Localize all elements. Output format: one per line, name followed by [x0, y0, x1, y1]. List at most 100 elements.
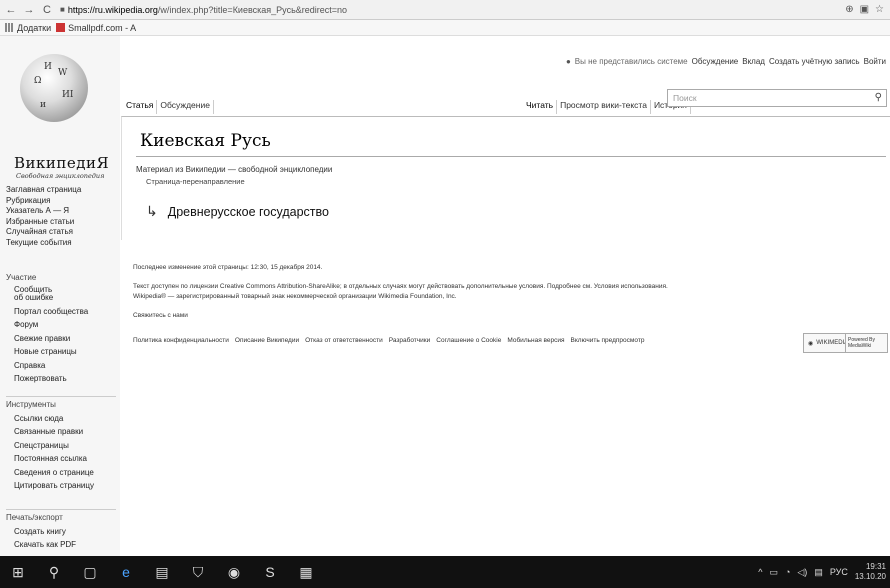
- zoom-icon[interactable]: ⊕: [845, 4, 853, 15]
- sidebar-item-create-book[interactable]: Создать книгу: [6, 527, 76, 538]
- puzzle-globe-icon: Ω W И ИІ и: [20, 54, 88, 122]
- wikipedia-logo[interactable]: Ω W И ИІ и ВикипедиЯ Свободная энциклопе…: [14, 54, 109, 180]
- contact-link[interactable]: Свяжитесь с нами: [133, 312, 188, 319]
- address-bar: ← → C ■ https://ru.wikipedia.org /w/inde…: [0, 0, 890, 20]
- forward-icon[interactable]: →: [22, 3, 36, 17]
- sidebar-item-categories[interactable]: Рубрикация: [6, 196, 81, 207]
- redirect-target: ↳ Древнерусское государство: [146, 203, 329, 220]
- volume-icon[interactable]: ◁): [797, 567, 807, 578]
- url-path: /w/index.php?title=Киевская_Русь&redirec…: [157, 4, 348, 15]
- search-input[interactable]: Поиск ⚲: [667, 89, 887, 107]
- disclaimer-link[interactable]: Отказ от ответственности: [305, 337, 383, 344]
- sidebar-item-report-error-2[interactable]: об ошибке: [6, 293, 88, 304]
- language-indicator[interactable]: РУС: [830, 567, 848, 577]
- personal-talk-link[interactable]: Обсуждение: [692, 57, 739, 66]
- personal-toolbar: ● Вы не представились системе Обсуждение…: [566, 57, 886, 66]
- sidebar-item-donate[interactable]: Пожертвовать: [6, 374, 88, 385]
- personal-contributions-link[interactable]: Вклад: [742, 57, 765, 66]
- sidebar-item-index[interactable]: Указатель А — Я: [6, 206, 81, 217]
- battery-icon[interactable]: ▭: [769, 567, 778, 578]
- tagline: Свободная энциклопедия: [16, 172, 105, 180]
- lock-icon: ■: [60, 5, 65, 14]
- notification-icon[interactable]: ▤: [814, 567, 823, 578]
- tab-view-source[interactable]: Просмотр вики-текста: [557, 100, 651, 114]
- footer-license-1: Текст доступен по лицензии Creative Comm…: [133, 283, 668, 290]
- sidebar-item-download-pdf[interactable]: Скачать как PDF: [6, 540, 76, 551]
- system-tray: ^ ▭ ◔ ◁) ▤ РУС 19:31 13.10.20: [758, 562, 890, 582]
- url-field[interactable]: ■ https://ru.wikipedia.org /w/index.php?…: [60, 2, 347, 18]
- tab-talk[interactable]: Обсуждение: [157, 100, 214, 114]
- participation-portlet: Участие Сообщить об ошибке Портал сообще…: [6, 273, 88, 385]
- namespace-tabs: Статья Обсуждение: [123, 86, 214, 114]
- clock-time: 19:31: [865, 562, 886, 571]
- smallpdf-icon: [56, 23, 66, 32]
- footer-last-modified: Последнее изменение этой страницы: 12:30…: [133, 264, 323, 271]
- sidebar-item-featured[interactable]: Избранные статьи: [6, 217, 81, 228]
- not-logged-in-text: Вы не представились системе: [574, 57, 688, 66]
- wordmark: ВикипедиЯ: [14, 154, 110, 172]
- clock[interactable]: 19:31 13.10.20: [855, 562, 886, 582]
- mobile-view-link[interactable]: Мобильная версия: [507, 337, 564, 344]
- chevron-up-icon[interactable]: ^: [758, 567, 762, 577]
- login-link[interactable]: Войти: [864, 57, 886, 66]
- network-icon[interactable]: ◔: [785, 567, 790, 577]
- redirect-link[interactable]: Древнерусское государство: [168, 205, 329, 219]
- sidebar: Ω W И ИІ и ВикипедиЯ Свободная энциклопе…: [0, 36, 120, 556]
- participation-heading[interactable]: Участие: [6, 273, 88, 284]
- sidebar-divider: [6, 509, 116, 510]
- sidebar-item-forum[interactable]: Форум: [6, 320, 88, 331]
- sidebar-item-help[interactable]: Справка: [6, 361, 88, 372]
- privacy-link[interactable]: Политика конфиденциальности: [133, 337, 229, 344]
- cookie-link[interactable]: Соглашение о Cookie: [436, 337, 501, 344]
- sidebar-item-new-pages[interactable]: Новые страницы: [6, 347, 88, 358]
- mediawiki-badge[interactable]: Powered By MediaWiki: [845, 333, 888, 353]
- bookmark-apps[interactable]: Додатки: [5, 23, 51, 33]
- preview-link[interactable]: Включить предпросмотр: [571, 337, 645, 344]
- print-portlet: Печать/экспорт Создать книгу Скачать как…: [6, 513, 76, 551]
- about-link[interactable]: Описание Википедии: [235, 337, 299, 344]
- sidebar-item-current-events[interactable]: Текущие события: [6, 238, 81, 249]
- print-heading[interactable]: Печать/экспорт: [6, 513, 76, 524]
- bookmark-smallpdf[interactable]: Smallpdf.com - A: [56, 23, 136, 33]
- star-icon[interactable]: ☆: [875, 4, 884, 15]
- tools-portlet: Инструменты Ссылки сюда Связанные правки…: [6, 400, 94, 492]
- back-icon[interactable]: ←: [4, 3, 18, 17]
- sidebar-item-page-info[interactable]: Сведения о странице: [6, 468, 94, 479]
- tab-article[interactable]: Статья: [123, 100, 158, 114]
- view-tabs: Читать Просмотр вики-текста История: [523, 86, 691, 114]
- sidebar-item-cite-page[interactable]: Цитировать страницу: [6, 481, 94, 492]
- chrome-icon[interactable]: ◉: [216, 556, 252, 588]
- article-content: Киевская Русь Материал из Википедии — св…: [121, 116, 890, 240]
- wikimedia-icon: ◉: [808, 340, 814, 347]
- url-host: https://ru.wikipedia.org: [67, 4, 158, 15]
- sidebar-item-community-portal[interactable]: Портал сообщества: [6, 307, 88, 318]
- sidebar-item-what-links-here[interactable]: Ссылки сюда: [6, 414, 94, 425]
- search-icon[interactable]: ⚲: [875, 92, 882, 103]
- search-icon[interactable]: ⚲: [36, 556, 72, 588]
- windows-start-icon[interactable]: ⊞: [0, 556, 36, 588]
- sidebar-item-random[interactable]: Случайная статья: [6, 227, 81, 238]
- edge-icon[interactable]: e: [108, 556, 144, 588]
- create-account-link[interactable]: Создать учётную запись: [769, 57, 860, 66]
- sidebar-item-special-pages[interactable]: Спецстраницы: [6, 441, 94, 452]
- footer-license-2: Wikipedia® — зарегистрированный товарный…: [133, 293, 457, 300]
- tools-heading[interactable]: Инструменты: [6, 400, 94, 411]
- title-divider: [136, 156, 886, 157]
- file-explorer-icon[interactable]: ▤: [144, 556, 180, 588]
- user-icon: ●: [565, 57, 571, 66]
- apps-icon: [5, 23, 14, 32]
- task-view-icon[interactable]: ▢: [72, 556, 108, 588]
- tab-read[interactable]: Читать: [523, 100, 558, 114]
- extension-icon[interactable]: ▣: [860, 4, 869, 15]
- skype-icon[interactable]: S: [252, 556, 288, 588]
- sidebar-item-related-changes[interactable]: Связанные правки: [6, 427, 94, 438]
- sidebar-item-recent-changes[interactable]: Свежие правки: [6, 334, 88, 345]
- sidebar-divider: [6, 396, 116, 397]
- developers-link[interactable]: Разработчики: [389, 337, 431, 344]
- sidebar-item-permanent-link[interactable]: Постоянная ссылка: [6, 454, 94, 465]
- app-icon[interactable]: ▦: [288, 556, 324, 588]
- sidebar-item-main-page[interactable]: Заглавная страница: [6, 185, 81, 196]
- reload-icon[interactable]: C: [40, 3, 54, 17]
- store-icon[interactable]: ⛉: [180, 556, 216, 588]
- nav-portlet: Заглавная страница Рубрикация Указатель …: [6, 185, 81, 248]
